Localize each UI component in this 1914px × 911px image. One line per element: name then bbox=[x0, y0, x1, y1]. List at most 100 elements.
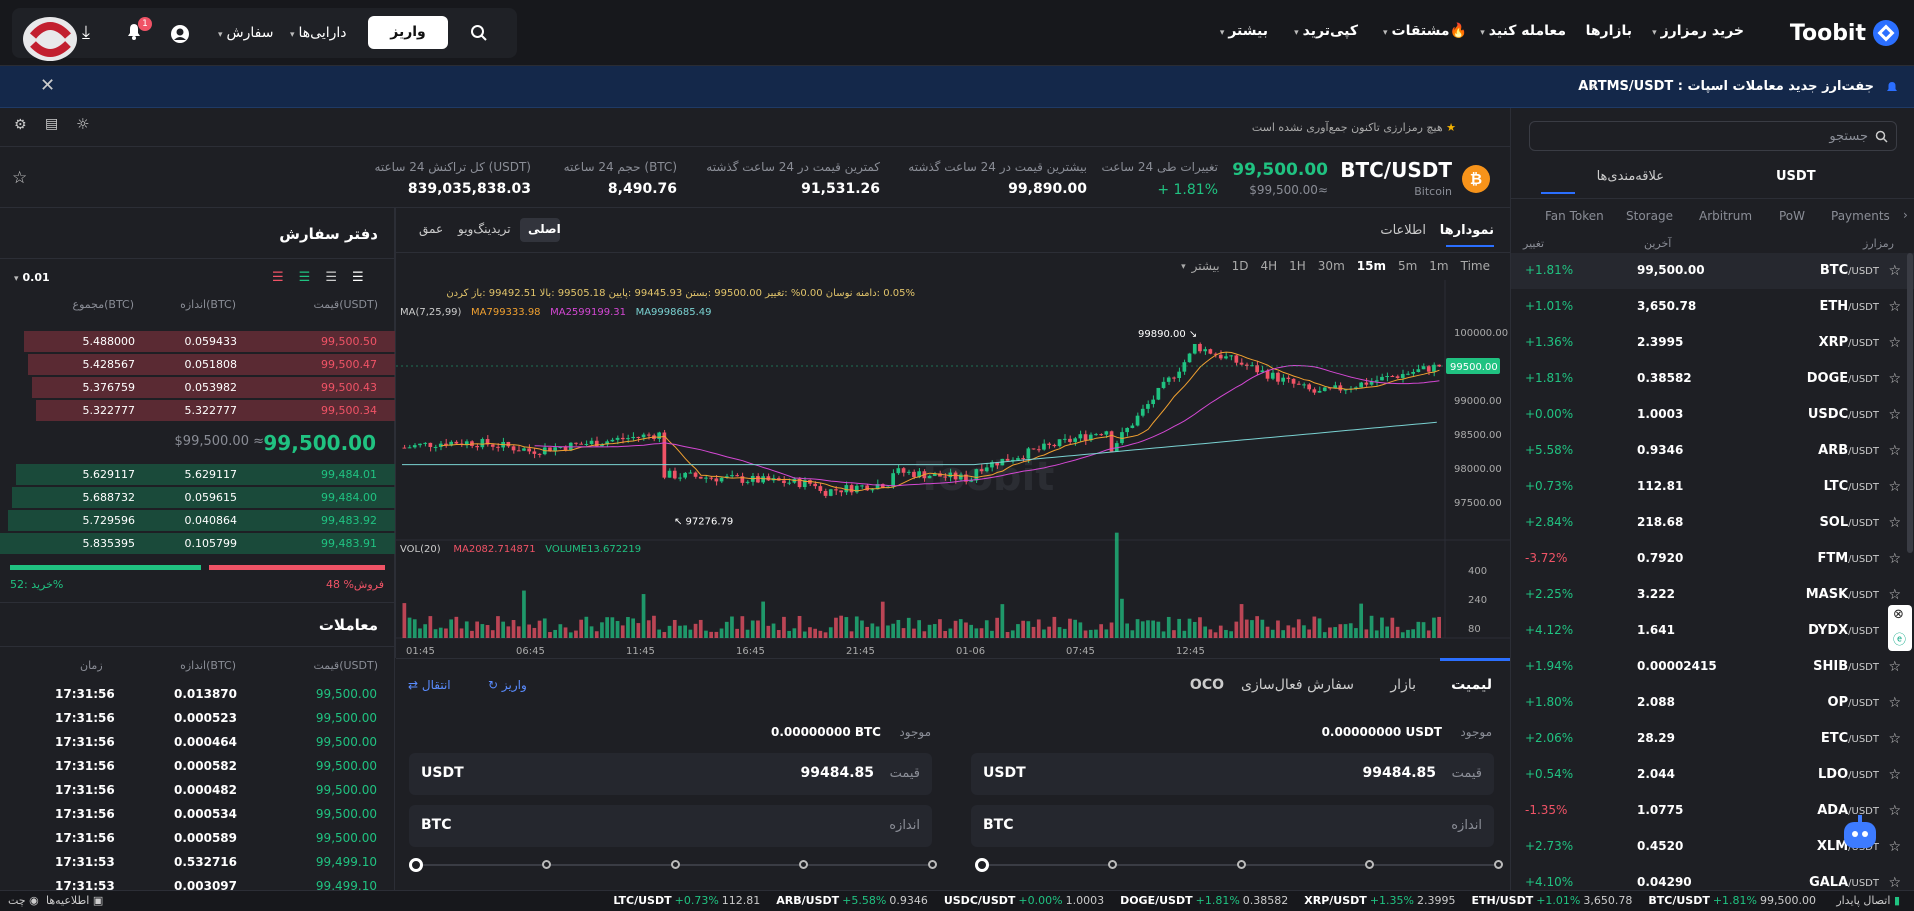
star-icon[interactable]: ☆ bbox=[1888, 479, 1901, 495]
download-icon[interactable]: ⤓ bbox=[82, 22, 90, 43]
subtab-payments[interactable]: Payments bbox=[1831, 209, 1890, 223]
grid-view-icon[interactable]: ☰ bbox=[325, 270, 337, 285]
precision-select[interactable]: ▾ 0.01 bbox=[14, 271, 50, 284]
buy-price-input[interactable]: قیمت 99484.85 USDT bbox=[971, 753, 1494, 795]
slider-handle[interactable] bbox=[409, 858, 423, 872]
nav-copy-trade[interactable]: کپی‌ترید▾ bbox=[1294, 23, 1358, 39]
star-icon[interactable]: ☆ bbox=[1888, 803, 1901, 819]
support-icon[interactable]: ⓔ bbox=[1893, 629, 1906, 648]
sell-percent-slider[interactable] bbox=[409, 858, 937, 872]
close-icon[interactable]: ⊗ bbox=[1893, 607, 1904, 622]
star-icon[interactable]: ☆ bbox=[1888, 695, 1901, 711]
buy-size-input[interactable]: اندازه BTC bbox=[971, 805, 1494, 847]
orderbook-row[interactable]: 99,484.00 0.059615 5.688732 bbox=[0, 487, 395, 508]
star-icon[interactable]: ☆ bbox=[1888, 299, 1901, 315]
star-icon[interactable]: ☆ bbox=[1888, 551, 1901, 567]
slider-step[interactable] bbox=[1107, 860, 1117, 869]
star-icon[interactable]: ☆ bbox=[1888, 515, 1901, 531]
header-coin[interactable]: رمزارز bbox=[1863, 237, 1894, 250]
ticker-item[interactable]: XRP/USDT +1.35% 2.3995 bbox=[1304, 894, 1455, 910]
market-row[interactable]: ☆ ARB/USDT 0.9346 +5.58% bbox=[1511, 433, 1914, 469]
price-chart[interactable]: 100000.00 99000.00 98500.00 98000.00 97500.0… bbox=[396, 280, 1510, 658]
announcements-link[interactable]: اطلاعیه‌ها ▣ bbox=[46, 894, 103, 907]
interval-1H[interactable]: 1H bbox=[1283, 259, 1312, 279]
tab-usdt[interactable]: USDT bbox=[1776, 169, 1816, 184]
market-row[interactable]: ☆ XRP/USDT 2.3995 +1.36% bbox=[1511, 325, 1914, 361]
header-last[interactable]: آخرین bbox=[1644, 237, 1671, 250]
star-icon[interactable]: ☆ bbox=[1888, 659, 1901, 675]
both-view-icon[interactable]: ☰ bbox=[352, 270, 364, 285]
pair-symbol[interactable]: BTC/USDT bbox=[1340, 158, 1452, 182]
ticker-item[interactable]: ETH/USDT +1.01% 3,650.78 bbox=[1471, 894, 1632, 910]
document-icon[interactable]: ▤ bbox=[45, 116, 58, 132]
star-icon[interactable]: ☆ bbox=[1888, 335, 1901, 351]
scrollbar[interactable] bbox=[1907, 253, 1913, 553]
slider-step[interactable] bbox=[670, 860, 680, 869]
market-row[interactable]: ☆ BTC/USDT 99,500.00 +1.81% bbox=[1511, 253, 1914, 289]
orderbook-row[interactable]: 99,483.91 0.105799 5.835395 bbox=[0, 533, 395, 554]
market-row[interactable]: ☆ LDO/USDT 2.044 +0.54% bbox=[1511, 757, 1914, 793]
side-widget[interactable]: ⊗ ⓔ bbox=[1888, 605, 1912, 651]
subtab-arbitrum[interactable]: Arbitrum bbox=[1699, 209, 1752, 223]
assets-menu[interactable]: ▾ دارایی‌ها bbox=[290, 25, 347, 41]
market-row[interactable]: ☆ OP/USDT 2.088 +1.80% bbox=[1511, 685, 1914, 721]
subtab-fan-token[interactable]: Fan Token bbox=[1545, 209, 1604, 223]
interval-more[interactable]: بیشتر bbox=[1186, 259, 1226, 279]
bids-only-icon[interactable]: ☰ bbox=[299, 270, 311, 285]
buy-percent-slider[interactable] bbox=[975, 858, 1503, 872]
ticker-item[interactable]: BTC/USDT +1.81% 99,500.00 bbox=[1648, 894, 1816, 910]
transfer-link[interactable]: ⇄ انتقال bbox=[408, 678, 451, 692]
interval-5m[interactable]: 5m bbox=[1392, 259, 1423, 279]
slider-step[interactable] bbox=[1365, 860, 1375, 869]
nav-derivatives[interactable]: 🔥مشتقات▾ bbox=[1383, 23, 1467, 39]
nav-more[interactable]: بیشتر▾ bbox=[1220, 23, 1268, 39]
star-icon[interactable]: ☆ bbox=[1888, 767, 1901, 783]
notification-bell[interactable]: 1 bbox=[124, 17, 152, 41]
market-row[interactable]: ☆DYDX/USDT1.641+4.12% bbox=[1511, 613, 1914, 649]
orders-menu[interactable]: ▾ سفارش bbox=[218, 25, 273, 41]
close-icon[interactable]: ✕ bbox=[40, 75, 55, 96]
star-icon[interactable]: ☆ bbox=[1888, 407, 1901, 423]
brand-logo[interactable]: Toobit bbox=[1790, 18, 1900, 48]
subtab-storage[interactable]: Storage bbox=[1626, 209, 1673, 223]
theme-sun-icon[interactable]: ☼ bbox=[76, 115, 89, 133]
interval-1m[interactable]: 1m bbox=[1423, 259, 1454, 279]
gear-icon[interactable]: ⚙ bbox=[14, 117, 27, 133]
interval-30m[interactable]: 30m bbox=[1312, 259, 1351, 279]
orderbook-row[interactable]: 99,483.92 0.040864 5.729596 bbox=[0, 510, 395, 531]
orderbook-row[interactable]: 99,500.47 0.051808 5.428567 bbox=[0, 354, 395, 375]
ticker-item[interactable]: DOGE/USDT +1.81% 0.38582 bbox=[1120, 894, 1288, 910]
star-icon[interactable]: ☆ bbox=[1888, 839, 1901, 855]
slider-step[interactable] bbox=[1236, 860, 1246, 869]
market-row[interactable]: ☆ SOL/USDT 218.68 +2.84% bbox=[1511, 505, 1914, 541]
market-row[interactable]: ☆ MASK/USDT 3.222 +2.25% bbox=[1511, 577, 1914, 613]
star-icon[interactable]: ☆ bbox=[1888, 371, 1901, 387]
asks-only-icon[interactable]: ☰ bbox=[272, 270, 284, 285]
ticker-item[interactable]: USDC/USDT +0.00% 1.0003 bbox=[944, 894, 1104, 910]
nav-buy-crypto[interactable]: خرید رمزارز▾ bbox=[1652, 23, 1744, 39]
chevron-right-icon[interactable]: › bbox=[1590, 77, 1596, 95]
market-row[interactable]: ☆ ETC/USDT 28.29 +2.06% bbox=[1511, 721, 1914, 757]
market-row[interactable]: ☆ ETH/USDT 3,650.78 +1.01% bbox=[1511, 289, 1914, 325]
user-avatar-icon[interactable] bbox=[170, 24, 190, 44]
tab-limit[interactable]: لیمیت bbox=[1451, 677, 1492, 693]
tab-stop-order[interactable]: سفارش فعال‌سازی bbox=[1241, 677, 1354, 693]
slider-step[interactable] bbox=[928, 860, 937, 869]
orderbook-row[interactable]: 99,500.43 0.053982 5.376759 bbox=[0, 377, 395, 398]
orderbook-row[interactable]: 99,484.01 5.629117 5.629117 bbox=[0, 464, 395, 485]
interval-15m[interactable]: 15m bbox=[1351, 259, 1392, 279]
favorite-star-icon[interactable]: ☆ bbox=[12, 168, 27, 188]
chat-bot-icon[interactable] bbox=[1838, 812, 1882, 856]
orderbook-row[interactable]: 99,500.34 5.322777 5.322777 bbox=[0, 400, 395, 421]
sell-price-input[interactable]: قیمت 99484.85 USDT bbox=[409, 753, 932, 795]
interval-1D[interactable]: 1D bbox=[1226, 259, 1255, 279]
search-icon[interactable] bbox=[470, 24, 488, 42]
slider-handle[interactable] bbox=[975, 858, 989, 872]
nav-trade[interactable]: معامله کنید▾ bbox=[1480, 23, 1566, 39]
star-icon[interactable]: ☆ bbox=[1888, 263, 1901, 279]
tab-favorites[interactable]: علاقه‌مندی‌ها bbox=[1597, 169, 1664, 184]
star-icon[interactable]: ☆ bbox=[1888, 587, 1901, 603]
chevron-right-icon[interactable]: › bbox=[1903, 208, 1908, 222]
view-tradingview[interactable]: تریدینگ‌ویو bbox=[458, 222, 511, 236]
market-search-input[interactable]: جستجو bbox=[1529, 121, 1897, 151]
